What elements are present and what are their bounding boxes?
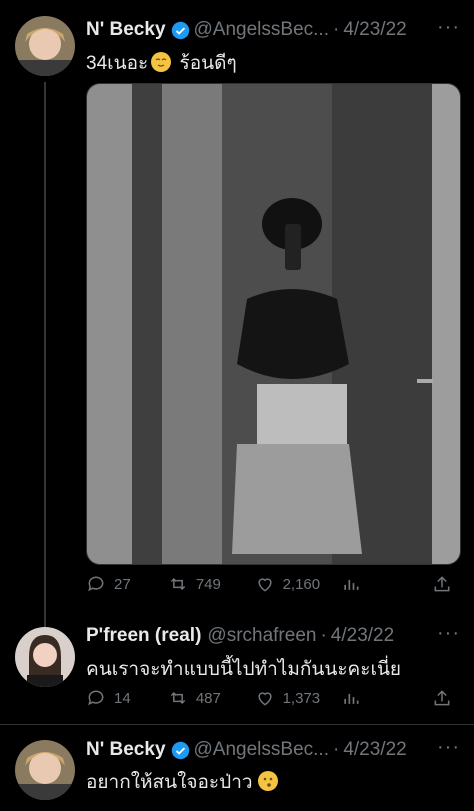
handle[interactable]: @srchafreen [207, 625, 316, 647]
like-button[interactable]: 2,160 [255, 574, 342, 594]
timestamp[interactable]: 4/23/22 [343, 19, 406, 41]
tweet-2[interactable]: P'freen (real) @srchafreen · 4/23/22 ···… [0, 610, 474, 730]
heart-icon [257, 692, 272, 706]
handle[interactable]: @AngelssBec... [194, 19, 329, 41]
more-options-icon[interactable]: ··· [437, 16, 460, 39]
analytics-button[interactable] [341, 574, 432, 594]
analytics-icon [344, 579, 359, 590]
avatar[interactable] [15, 740, 75, 800]
reply-button[interactable]: 14 [86, 688, 168, 708]
separator: · [320, 625, 327, 646]
tweet-text-part: ร้อนดีๆ [174, 53, 237, 74]
timestamp[interactable]: 4/23/22 [343, 739, 406, 761]
tweet-1[interactable]: N' Becky @AngelssBec... · 4/23/22 ··· 34… [0, 0, 474, 610]
tweet-photo[interactable] [86, 83, 461, 565]
share-icon [434, 690, 450, 706]
tweet-3[interactable]: N' Becky @AngelssBec... · 4/23/22 ··· อย… [0, 725, 474, 811]
retweet-icon [170, 691, 186, 705]
reply-icon [88, 576, 104, 592]
more-options-icon[interactable]: ··· [437, 622, 460, 645]
retweet-icon [170, 577, 186, 591]
relieved-face-emoji [151, 52, 172, 72]
verified-icon [171, 21, 189, 39]
analytics-icon [344, 693, 359, 704]
like-count: 1,373 [282, 689, 321, 707]
hushed-face-emoji [257, 771, 278, 791]
share-icon [434, 576, 450, 592]
handle[interactable]: @AngelssBec... [194, 739, 329, 761]
more-options-icon[interactable]: ··· [437, 736, 460, 759]
tweet-text: อยากให้สนใจอะป่าว [86, 767, 460, 797]
display-name[interactable]: N' Becky [86, 739, 166, 761]
tweet-text: คนเราจะทำแบบนี้ไปทำไมกันนะคะเนี่ย [86, 659, 402, 680]
display-name[interactable]: P'freen (real) [86, 625, 201, 647]
reply-button[interactable]: 27 [86, 574, 168, 594]
separator: · [332, 19, 340, 40]
tweet-text-part: อยากให้สนใจอะป่าว [86, 772, 253, 793]
retweet-count: 749 [195, 575, 221, 593]
avatar[interactable] [15, 627, 75, 687]
reply-count: 14 [114, 689, 131, 707]
heart-icon [257, 578, 272, 592]
like-count: 2,160 [282, 575, 321, 593]
retweet-button[interactable]: 749 [168, 574, 255, 594]
like-button[interactable]: 1,373 [255, 688, 342, 708]
retweet-button[interactable]: 487 [168, 688, 255, 708]
display-name[interactable]: N' Becky [86, 19, 166, 41]
analytics-button[interactable] [341, 688, 432, 708]
tweet-text: 34เนอะ ร้อนดีๆ [86, 48, 460, 78]
separator: · [332, 739, 340, 760]
share-button[interactable] [432, 688, 460, 708]
reply-count: 27 [114, 575, 131, 593]
reply-icon [88, 690, 104, 706]
share-button[interactable] [432, 574, 460, 594]
retweet-count: 487 [195, 689, 221, 707]
verified-icon [171, 741, 189, 759]
avatar[interactable] [15, 16, 75, 76]
tweet-text-part: 34เนอะ [86, 53, 149, 74]
timestamp[interactable]: 4/23/22 [331, 625, 394, 647]
